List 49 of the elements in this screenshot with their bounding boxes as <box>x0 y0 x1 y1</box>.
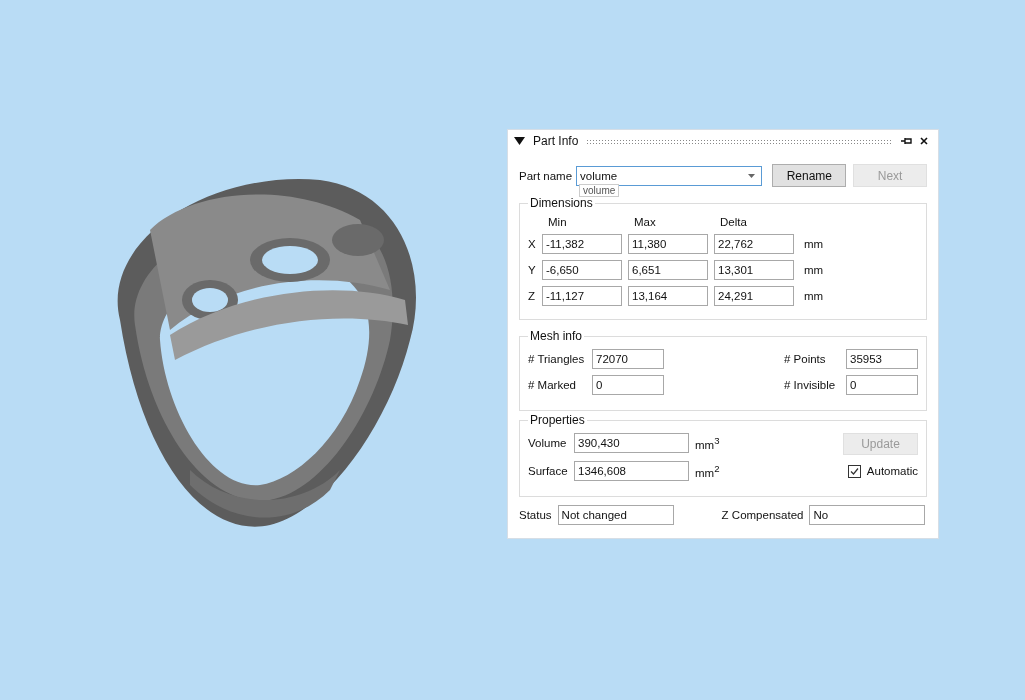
field-label: Part name <box>519 169 573 182</box>
axis-label: Z <box>528 290 537 302</box>
value-field[interactable]: 11,380 <box>628 234 708 254</box>
axis-label: Y <box>528 264 537 276</box>
panel-title: Part Info <box>533 134 579 148</box>
unit-label: mm <box>803 238 825 250</box>
value-field[interactable]: 390,430 <box>574 433 689 453</box>
value-field[interactable]: 0 <box>592 375 664 395</box>
value-field[interactable]: -6,650 <box>542 260 622 280</box>
automatic-checkbox[interactable]: Automatic <box>847 461 918 481</box>
value-field[interactable]: 72070 <box>592 349 664 369</box>
field-label: Volume <box>528 437 568 449</box>
dropdown-icon[interactable] <box>748 173 756 178</box>
field-label: # Marked <box>528 379 577 391</box>
unit-label: mm <box>803 264 825 276</box>
column-header: Max <box>633 216 657 228</box>
unit-label: mm <box>803 290 825 302</box>
column-header: Delta <box>719 216 748 228</box>
group-title: Dimensions <box>529 196 594 210</box>
group-title: Properties <box>529 413 586 427</box>
axis-label: X <box>528 238 537 250</box>
close-icon[interactable] <box>920 137 928 145</box>
rename-button[interactable]: Rename <box>772 164 847 187</box>
checkbox-icon[interactable] <box>847 464 861 478</box>
value-field[interactable]: 13,301 <box>714 260 794 280</box>
z-compensated-field[interactable]: No <box>809 505 926 525</box>
value-field[interactable]: 35953 <box>846 349 918 369</box>
unit-label: mm$^{2}$ <box>694 463 720 479</box>
tooltip: volume <box>579 183 620 197</box>
value-field[interactable]: 24,291 <box>714 286 794 306</box>
status-field[interactable]: Not changed <box>557 505 674 525</box>
value-field[interactable]: 1346,608 <box>574 461 689 481</box>
value-field[interactable]: -11,382 <box>542 234 622 254</box>
field-label: # Invisible <box>783 379 837 391</box>
group-title: Mesh info <box>529 329 584 343</box>
field-label: Status <box>519 509 552 521</box>
field-label: # Triangles <box>528 353 586 365</box>
field-label: Surface <box>528 465 569 477</box>
collapse-icon[interactable] <box>514 137 525 145</box>
column-header: Min <box>547 216 568 228</box>
pin-icon[interactable] <box>901 137 912 145</box>
unit-label: mm$^{3}$ <box>694 435 720 451</box>
field-label: # Points <box>783 353 827 365</box>
field-label: Z Compensated <box>721 509 804 521</box>
value-field[interactable]: 0 <box>846 375 918 395</box>
value-field[interactable]: 6,651 <box>628 260 708 280</box>
value-field[interactable]: -11,127 <box>542 286 622 306</box>
value-field[interactable]: 22,762 <box>714 234 794 254</box>
value-field[interactable]: 13,164 <box>628 286 708 306</box>
